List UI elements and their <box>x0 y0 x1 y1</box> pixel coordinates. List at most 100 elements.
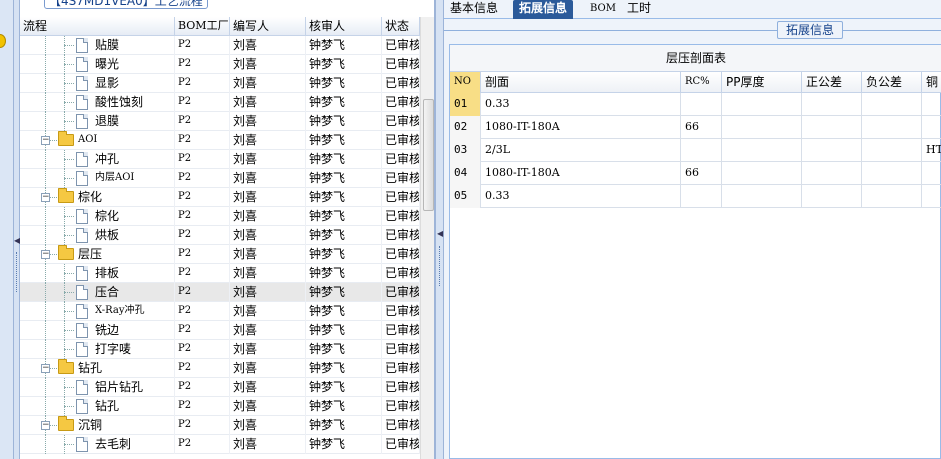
positive-tolerance-cell[interactable] <box>802 162 862 185</box>
positive-tolerance-cell[interactable] <box>802 93 862 116</box>
tree-row[interactable]: − 钻孔 P2 刘喜 钟梦飞 已审核 <box>20 359 420 378</box>
negative-tolerance-cell[interactable] <box>862 93 922 116</box>
pp-thickness-cell[interactable] <box>722 116 802 139</box>
tree-node-cell[interactable]: 曝光 <box>20 55 175 74</box>
tree-node-cell[interactable]: 贴膜 <box>20 36 175 55</box>
tree-node-cell[interactable]: X-Ray冲孔 <box>20 302 175 321</box>
tree-row[interactable]: 贴膜 P2 刘喜 钟梦飞 已审核 <box>20 36 420 55</box>
collapse-toggle-icon[interactable]: − <box>41 421 50 430</box>
tab-labor-hours[interactable]: 工时 <box>621 0 657 19</box>
negative-tolerance-cell[interactable] <box>862 185 922 208</box>
table-row[interactable]: 04 1080-IT-180A 66 <box>450 162 941 185</box>
rc-cell[interactable] <box>681 139 722 162</box>
splitter-grip[interactable] <box>16 252 18 292</box>
tree-row[interactable]: 打字唛 P2 刘喜 钟梦飞 已审核 <box>20 340 420 359</box>
rc-cell[interactable]: 66 <box>681 162 722 185</box>
tree-node-cell[interactable]: 烘板 <box>20 226 175 245</box>
table-row[interactable]: 032/3L HTE <box>450 139 941 162</box>
middle-splitter[interactable]: ◀ <box>435 0 444 459</box>
tree-node-cell[interactable]: 压合 <box>20 283 175 302</box>
column-header-checker[interactable]: 核审人 <box>306 17 382 36</box>
tree-node-cell[interactable]: 铝片钻孔 <box>20 378 175 397</box>
column-header-copper[interactable]: 铜 <box>922 72 941 93</box>
row-number-cell[interactable]: 05 <box>450 185 481 208</box>
copper-cell[interactable] <box>922 162 941 185</box>
negative-tolerance-cell[interactable] <box>862 139 922 162</box>
pp-thickness-cell[interactable] <box>722 139 802 162</box>
row-number-cell[interactable]: 03 <box>450 139 481 162</box>
collapse-toggle-icon[interactable]: − <box>41 193 50 202</box>
tree-row[interactable]: − AOI P2 刘喜 钟梦飞 已审核 <box>20 131 420 150</box>
collapse-toggle-icon[interactable]: − <box>41 136 50 145</box>
positive-tolerance-cell[interactable] <box>802 139 862 162</box>
tree-node-cell[interactable]: 去毛刺 <box>20 435 175 454</box>
section-cell[interactable]: 1080-IT-180A <box>481 116 681 139</box>
tree-node-cell[interactable]: 酸性蚀刻 <box>20 93 175 112</box>
rc-cell[interactable] <box>681 185 722 208</box>
rc-cell[interactable] <box>681 93 722 116</box>
section-cell[interactable]: 2/3L <box>481 139 681 162</box>
positive-tolerance-cell[interactable] <box>802 185 862 208</box>
row-number-cell[interactable]: 02 <box>450 116 481 139</box>
copper-cell[interactable]: HTE <box>922 139 941 162</box>
table-row[interactable]: 02 1080-IT-180A 66 <box>450 116 941 139</box>
column-header-pp-thickness[interactable]: PP厚度 <box>722 72 802 93</box>
column-header-section[interactable]: 剖面 <box>481 72 681 93</box>
splitter-grip[interactable] <box>439 246 441 286</box>
tree-row[interactable]: − 层压 P2 刘喜 钟梦飞 已审核 <box>20 245 420 264</box>
negative-tolerance-cell[interactable] <box>862 162 922 185</box>
column-header-writer[interactable]: 编写人 <box>230 17 306 36</box>
tree-row[interactable]: 显影 P2 刘喜 钟梦飞 已审核 <box>20 74 420 93</box>
collapse-arrow-icon[interactable]: ◀ <box>437 229 443 238</box>
tree-node-cell[interactable]: 打字唛 <box>20 340 175 359</box>
tree-node-cell[interactable]: 显影 <box>20 74 175 93</box>
tree-node-cell[interactable]: 冲孔 <box>20 150 175 169</box>
table-row[interactable]: 01 0.33 <box>450 93 941 116</box>
column-header-positive-tolerance[interactable]: 正公差 <box>802 72 862 93</box>
tree-node-cell[interactable]: 退膜 <box>20 112 175 131</box>
pp-thickness-cell[interactable] <box>722 185 802 208</box>
tree-row[interactable]: 曝光 P2 刘喜 钟梦飞 已审核 <box>20 55 420 74</box>
tree-row[interactable]: 去毛刺 P2 刘喜 钟梦飞 已审核 <box>20 435 420 454</box>
tree-node-cell[interactable]: 排板 <box>20 264 175 283</box>
pp-thickness-cell[interactable] <box>722 162 802 185</box>
tree-row[interactable]: X-Ray冲孔 P2 刘喜 钟梦飞 已审核 <box>20 302 420 321</box>
scrollbar-thumb[interactable] <box>423 99 434 211</box>
positive-tolerance-cell[interactable] <box>802 116 862 139</box>
tree-row[interactable]: 压合 P2 刘喜 钟梦飞 已审核 <box>20 283 420 302</box>
column-header-negative-tolerance[interactable]: 负公差 <box>862 72 922 93</box>
collapse-toggle-icon[interactable]: − <box>41 250 50 259</box>
row-number-cell[interactable]: 04 <box>450 162 481 185</box>
negative-tolerance-cell[interactable] <box>862 116 922 139</box>
tree-row[interactable]: 烘板 P2 刘喜 钟梦飞 已审核 <box>20 226 420 245</box>
column-header-process[interactable]: 流程 <box>20 17 175 36</box>
section-cell[interactable]: 0.33 <box>481 93 681 116</box>
tab-bom[interactable]: BOM <box>584 0 622 19</box>
tree-row[interactable]: 铝片钻孔 P2 刘喜 钟梦飞 已审核 <box>20 378 420 397</box>
section-cell[interactable]: 1080-IT-180A <box>481 162 681 185</box>
tree-node-cell[interactable]: 内层AOI <box>20 169 175 188</box>
column-header-no[interactable]: NO <box>450 72 481 93</box>
tree-row[interactable]: 酸性蚀刻 P2 刘喜 钟梦飞 已审核 <box>20 93 420 112</box>
row-number-cell[interactable]: 01 <box>450 93 481 116</box>
tab-basic-info[interactable]: 基本信息 <box>444 0 504 19</box>
pp-thickness-cell[interactable] <box>722 93 802 116</box>
tree-row[interactable]: − 棕化 P2 刘喜 钟梦飞 已审核 <box>20 188 420 207</box>
tree-node-cell[interactable]: 钻孔 <box>20 397 175 416</box>
tree-row[interactable]: − 沉铜 P2 刘喜 钟梦飞 已审核 <box>20 416 420 435</box>
tab-extended-info[interactable]: 拓展信息 <box>513 0 574 19</box>
tree-row[interactable]: 内层AOI P2 刘喜 钟梦飞 已审核 <box>20 169 420 188</box>
copper-cell[interactable] <box>922 185 941 208</box>
column-header-bom-factory[interactable]: BOM工厂 <box>175 17 230 36</box>
tree-node-cell[interactable]: 铣边 <box>20 321 175 340</box>
tree-row[interactable]: 铣边 P2 刘喜 钟梦飞 已审核 <box>20 321 420 340</box>
column-header-rc[interactable]: RC% <box>681 72 722 93</box>
tree-row[interactable]: 冲孔 P2 刘喜 钟梦飞 已审核 <box>20 150 420 169</box>
tree-row[interactable]: 排板 P2 刘喜 钟梦飞 已审核 <box>20 264 420 283</box>
tree-node-cell[interactable]: 棕化 <box>20 207 175 226</box>
tree-node-cell[interactable]: − 钻孔 <box>20 359 175 378</box>
tree-node-cell[interactable]: − AOI <box>20 131 175 150</box>
tree-node-cell[interactable]: − 沉铜 <box>20 416 175 435</box>
column-header-status[interactable]: 状态 <box>382 17 420 36</box>
tree-node-cell[interactable]: − 棕化 <box>20 188 175 207</box>
